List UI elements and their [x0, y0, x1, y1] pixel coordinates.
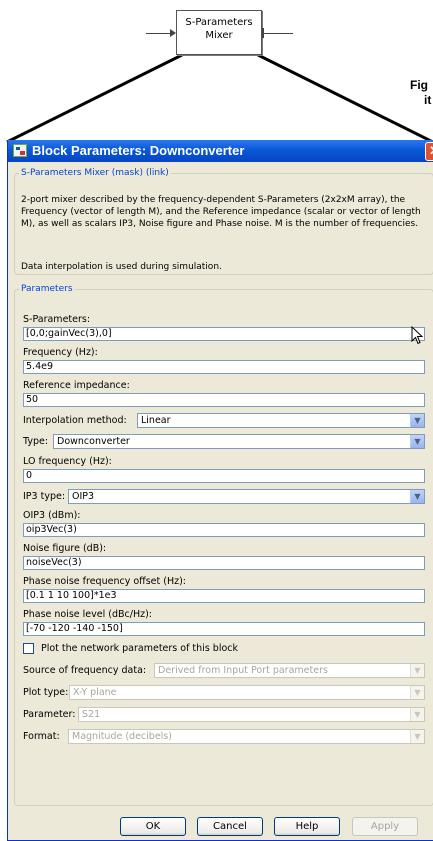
- format-label: Format:: [23, 731, 60, 742]
- phase-noise-offset-field[interactable]: [0.1 1 10 100]*1e3: [23, 589, 425, 603]
- figure-caption-fragment-1: Fig: [410, 78, 428, 92]
- oip3-field[interactable]: oip3Vec(3): [23, 523, 425, 537]
- chevron-down-icon[interactable]: ▼: [410, 664, 424, 677]
- interpolation-note: Data interpolation is used during simula…: [21, 262, 222, 272]
- oip3-label: OIP3 (dBm):: [23, 510, 81, 521]
- chevron-down-icon[interactable]: ▼: [410, 708, 424, 721]
- plot-type-row: Plot type: X-Y plane ▼: [23, 685, 425, 700]
- block-label-line2: Mixer: [205, 30, 233, 41]
- plot-network-params-option[interactable]: Plot the network parameters of this bloc…: [23, 643, 323, 655]
- lo-frequency-field[interactable]: 0: [23, 469, 425, 483]
- close-icon: ✕: [429, 143, 433, 158]
- mask-legend: S-Parameters Mixer (mask) (link): [21, 168, 169, 178]
- phase-noise-offset-label: Phase noise frequency offset (Hz):: [23, 576, 186, 587]
- format-row: Format: Magnitude (decibels) ▼: [23, 729, 425, 744]
- plot-type-select[interactable]: X-Y plane ▼: [69, 685, 425, 700]
- help-button[interactable]: Help: [274, 817, 340, 836]
- interpolation-method-select[interactable]: Linear ▼: [137, 413, 425, 428]
- interpolation-method-row: Interpolation method: Linear ▼: [23, 413, 425, 428]
- reference-impedance-label: Reference impedance:: [23, 380, 130, 391]
- figure-caption-fragment-2: it: [424, 93, 432, 107]
- ip3-type-label: IP3 type:: [23, 491, 66, 502]
- s-parameters-label: S-Parameters:: [23, 314, 91, 325]
- plot-network-params-checkbox[interactable]: [23, 643, 34, 654]
- plot-network-params-label: Plot the network parameters of this bloc…: [41, 643, 238, 654]
- mask-description-group: S-Parameters Mixer (mask) (link) 2-port …: [14, 168, 433, 275]
- reference-impedance-field[interactable]: 50: [23, 393, 425, 407]
- parameter-row: Parameter: S21 ▼: [23, 707, 425, 722]
- format-value: Magnitude (decibels): [72, 731, 172, 742]
- mouse-pointer-icon: [411, 326, 424, 345]
- ip3-type-select[interactable]: OIP3 ▼: [68, 489, 425, 504]
- cancel-button[interactable]: Cancel: [197, 817, 263, 836]
- s-parameters-field[interactable]: [0,0;gainVec(3),0]: [23, 327, 425, 341]
- parameter-label: Parameter:: [23, 709, 76, 720]
- ip3-type-value: OIP3: [72, 491, 95, 502]
- parameters-legend: Parameters: [21, 284, 73, 294]
- parameter-select[interactable]: S21 ▼: [78, 707, 425, 722]
- chevron-down-icon[interactable]: ▼: [410, 686, 424, 699]
- block-parameters-dialog: Block Parameters: Downconverter ✕ S-Para…: [7, 140, 433, 841]
- dialog-titlebar[interactable]: Block Parameters: Downconverter ✕: [8, 140, 433, 162]
- chevron-down-icon[interactable]: ▼: [410, 730, 424, 743]
- apply-button[interactable]: Apply: [352, 817, 418, 836]
- source-frequency-value: Derived from Input Port parameters: [158, 665, 328, 676]
- chevron-down-icon[interactable]: ▼: [410, 435, 424, 448]
- noise-figure-label: Noise figure (dB):: [23, 543, 107, 554]
- mask-description: 2-port mixer described by the frequency-…: [21, 195, 421, 229]
- source-frequency-row: Source of frequency data: Derived from I…: [23, 663, 425, 678]
- parameters-group: Parameters S-Parameters: [0,0;gainVec(3)…: [14, 284, 433, 806]
- interpolation-method-value: Linear: [141, 415, 171, 426]
- type-select[interactable]: Downconverter ▼: [53, 434, 425, 449]
- chevron-down-icon[interactable]: ▼: [410, 414, 424, 427]
- plot-type-label: Plot type:: [23, 687, 69, 698]
- phase-noise-level-label: Phase noise level (dBc/Hz):: [23, 609, 152, 620]
- s-parameters-mixer-block[interactable]: S-Parameters Mixer: [176, 10, 262, 55]
- block-label-line1: S-Parameters: [185, 17, 253, 28]
- frequency-label: Frequency (Hz):: [23, 347, 98, 358]
- close-button[interactable]: ✕: [425, 142, 433, 161]
- ok-button[interactable]: OK: [120, 817, 186, 836]
- format-select[interactable]: Magnitude (decibels) ▼: [68, 729, 425, 744]
- type-row: Type: Downconverter ▼: [23, 434, 425, 449]
- simulink-app-icon: [13, 144, 27, 157]
- dialog-title: Block Parameters: Downconverter: [32, 143, 245, 158]
- plot-type-value: X-Y plane: [73, 687, 117, 698]
- noise-figure-field[interactable]: noiseVec(3): [23, 556, 425, 570]
- source-frequency-select[interactable]: Derived from Input Port parameters ▼: [154, 663, 425, 678]
- type-value: Downconverter: [57, 436, 130, 447]
- frequency-field[interactable]: 5.4e9: [23, 360, 425, 374]
- output-port-marker: [262, 28, 268, 38]
- chevron-down-icon[interactable]: ▼: [410, 490, 424, 503]
- interpolation-method-label: Interpolation method:: [23, 415, 127, 426]
- ip3-type-row: IP3 type: OIP3 ▼: [23, 489, 425, 504]
- type-label: Type:: [23, 436, 49, 447]
- lo-frequency-label: LO frequency (Hz):: [23, 456, 112, 467]
- phase-noise-level-field[interactable]: [-70 -120 -140 -150]: [23, 622, 425, 636]
- parameter-value: S21: [82, 709, 101, 720]
- source-frequency-label: Source of frequency data:: [23, 665, 147, 676]
